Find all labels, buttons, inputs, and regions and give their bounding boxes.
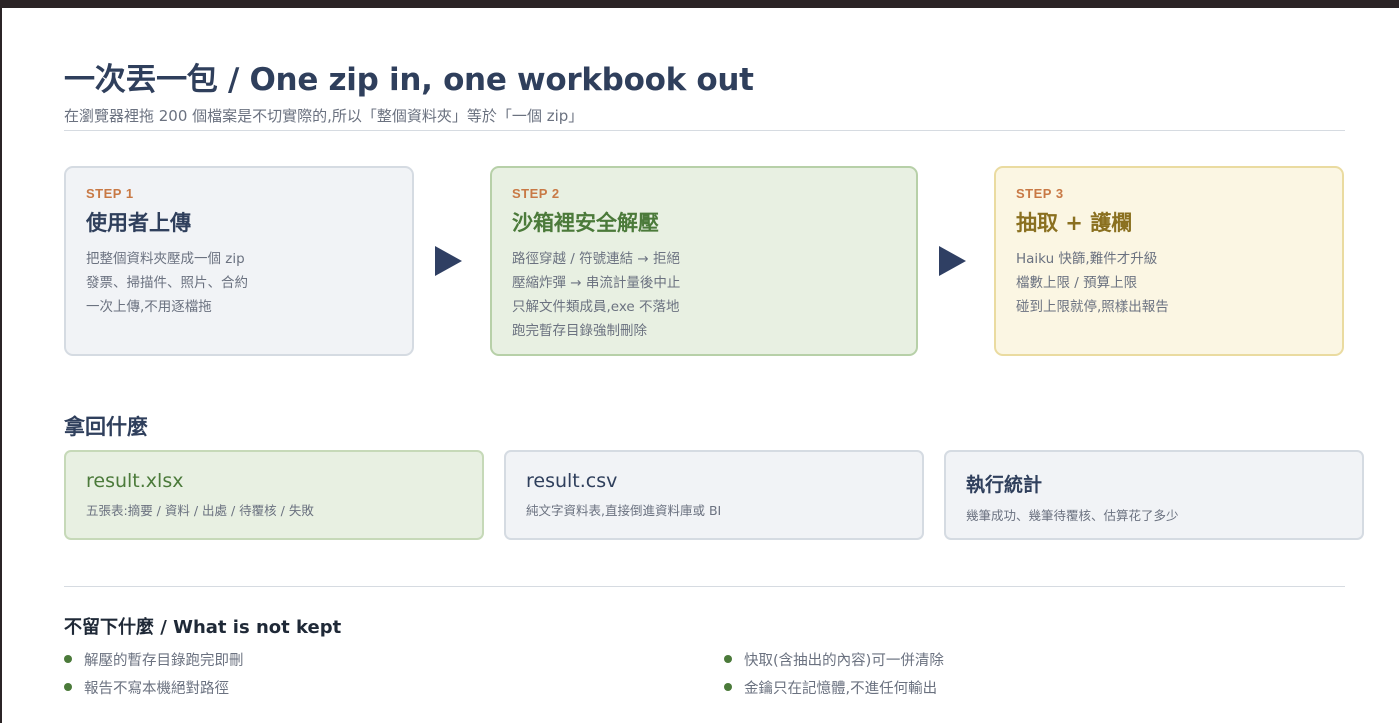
step-title: 使用者上傳 [86, 211, 191, 235]
step-line: 只解文件類成員,exe 不落地 [512, 299, 680, 315]
header: 一次丟一包 / One zip in, one workbook out 在瀏覽… [64, 54, 1345, 126]
arrow-right-icon [939, 246, 966, 276]
result-card-stats: 執行統計 幾筆成功、幾筆待覆核、估算花了多少 [944, 450, 1364, 540]
result-card-csv: result.csv 純文字資料表,直接倒進資料庫或 BI [504, 450, 924, 540]
not-kept-item: 解壓的暫存目錄跑完即刪 [64, 649, 244, 670]
result-desc: 純文字資料表,直接倒進資料庫或 BI [526, 503, 722, 518]
page-title: 一次丟一包 / One zip in, one workbook out [64, 62, 754, 98]
not-kept-title: 不留下什麼 / What is not kept [64, 617, 342, 638]
step-line: 發票、掃描件、照片、合約 [86, 275, 248, 291]
not-kept-item: 金鑰只在記憶體,不進任何輸出 [724, 677, 937, 698]
step-title: 抽取 + 護欄 [1016, 211, 1133, 235]
divider-bottom [64, 586, 1345, 587]
step-tag: STEP 3 [1016, 186, 1064, 201]
bullet-dot-icon [724, 655, 732, 663]
step-line: 把整個資料夾壓成一個 zip [86, 251, 245, 267]
step-line: Haiku 快篩,難件才升級 [1016, 251, 1158, 267]
step-line: 檔數上限 / 預算上限 [1016, 275, 1138, 291]
result-desc: 幾筆成功、幾筆待覆核、估算花了多少 [966, 508, 1179, 523]
result-name: 執行統計 [966, 474, 1043, 496]
step-tag: STEP 1 [86, 186, 134, 201]
page-subtitle: 在瀏覽器裡拖 200 個檔案是不切實際的,所以「整個資料夾」等於「一個 zip」 [64, 107, 584, 125]
step-title: 沙箱裡安全解壓 [512, 211, 659, 235]
step-line: 壓縮炸彈 → 串流計量後中止 [512, 275, 681, 291]
not-kept-item: 報告不寫本機絕對路徑 [64, 677, 229, 698]
step-line: 跑完暫存目錄強制刪除 [512, 323, 647, 339]
step-line: 一次上傳,不用逐檔拖 [86, 299, 212, 315]
results-section-title: 拿回什麼 [64, 415, 148, 439]
bullet-dot-icon [64, 655, 72, 663]
result-name: result.csv [526, 470, 618, 492]
bullet-dot-icon [64, 683, 72, 691]
step-tag: STEP 2 [512, 186, 560, 201]
step-line: 碰到上限就停,照樣出報告 [1016, 299, 1169, 315]
not-kept-item-text: 快取(含抽出的內容)可一併清除 [744, 653, 944, 669]
bullet-dot-icon [724, 683, 732, 691]
not-kept-item-text: 解壓的暫存目錄跑完即刪 [84, 653, 244, 669]
slide: 一次丟一包 / One zip in, one workbook out 在瀏覽… [2, 8, 1399, 723]
arrow-right-icon [435, 246, 462, 276]
step-line: 路徑穿越 / 符號連結 → 拒絕 [512, 251, 681, 267]
not-kept-item-text: 報告不寫本機絕對路徑 [84, 681, 229, 697]
divider-top [64, 130, 1345, 131]
step-card-3: STEP 3 抽取 + 護欄 Haiku 快篩,難件才升級 檔數上限 / 預算上… [994, 166, 1344, 356]
step-card-2: STEP 2 沙箱裡安全解壓 路徑穿越 / 符號連結 → 拒絕 壓縮炸彈 → 串… [490, 166, 918, 356]
not-kept-item-text: 金鑰只在記憶體,不進任何輸出 [744, 681, 938, 697]
result-desc: 五張表:摘要 / 資料 / 出處 / 待覆核 / 失敗 [86, 503, 314, 518]
not-kept-item: 快取(含抽出的內容)可一併清除 [724, 649, 944, 670]
result-name: result.xlsx [86, 470, 184, 492]
step-card-1: STEP 1 使用者上傳 把整個資料夾壓成一個 zip 發票、掃描件、照片、合約… [64, 166, 414, 356]
result-card-xlsx: result.xlsx 五張表:摘要 / 資料 / 出處 / 待覆核 / 失敗 [64, 450, 484, 540]
